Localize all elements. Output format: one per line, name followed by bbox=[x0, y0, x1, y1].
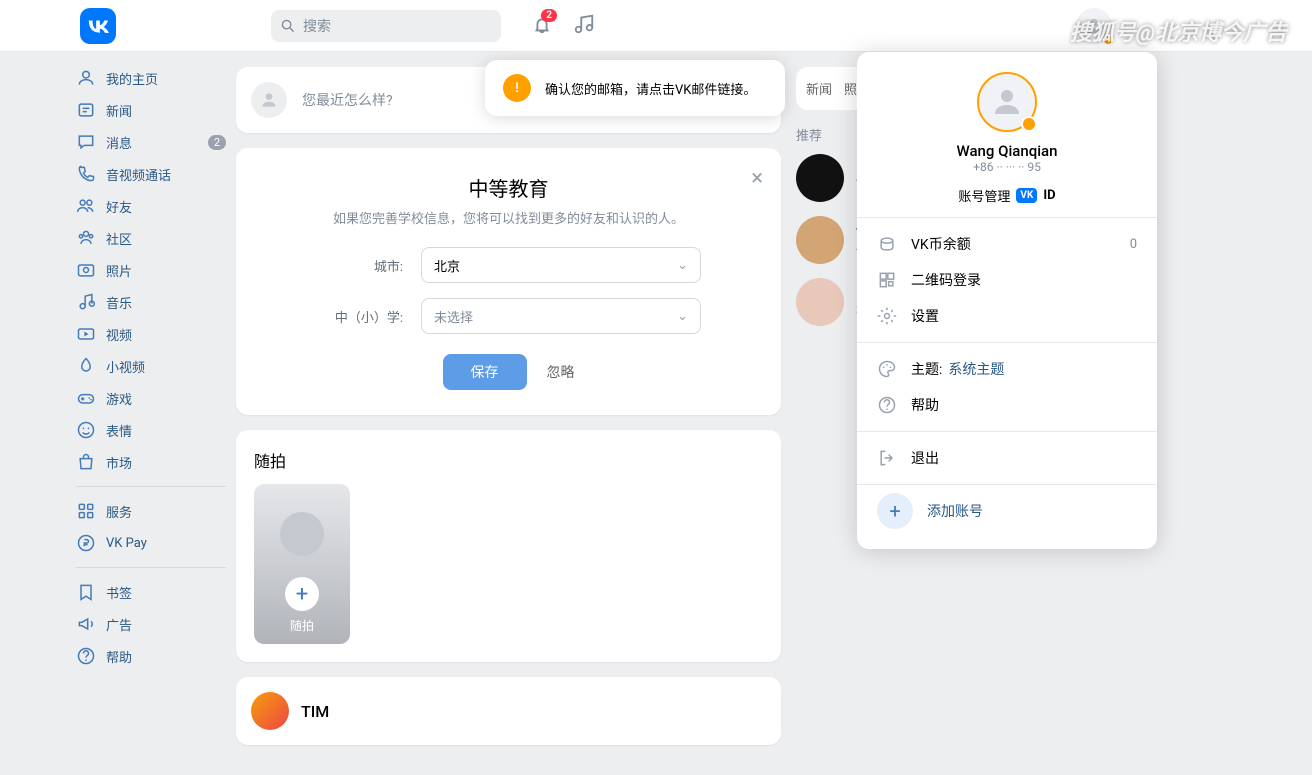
nav-chat[interactable]: 消息2 bbox=[66, 126, 236, 158]
school-select[interactable]: 未选择 ⌄ bbox=[421, 298, 701, 334]
news-icon bbox=[76, 100, 96, 120]
email-toast[interactable]: ! 确认您的邮箱，请点击VK邮件链接。 bbox=[485, 60, 785, 116]
qr-icon bbox=[877, 270, 897, 290]
chevron-down-icon: ⌄ bbox=[677, 258, 688, 273]
pay-icon bbox=[76, 533, 96, 553]
search-input[interactable]: 搜索 bbox=[271, 10, 501, 42]
nav-community[interactable]: 社区 bbox=[66, 222, 236, 254]
coin-icon bbox=[877, 234, 897, 254]
palette-icon bbox=[877, 359, 897, 379]
profile-phone: +86 ·· ··· ·· 95 bbox=[857, 160, 1157, 174]
nav-news[interactable]: 新闻 bbox=[66, 94, 236, 126]
profile-avatar[interactable] bbox=[977, 72, 1037, 132]
avatar bbox=[796, 154, 844, 202]
notifications-icon[interactable]: 2 bbox=[531, 13, 553, 39]
nav-photo[interactable]: 照片 bbox=[66, 254, 236, 286]
bookmark-icon bbox=[76, 582, 96, 602]
chat-icon bbox=[76, 132, 96, 152]
plus-icon: + bbox=[285, 577, 319, 611]
friends-icon bbox=[76, 196, 96, 216]
vk-id-badge: VK bbox=[1016, 188, 1037, 203]
feed-user-name: TIM bbox=[301, 702, 329, 721]
story-label: 随拍 bbox=[290, 617, 314, 634]
nav-pay[interactable]: VK Pay bbox=[66, 527, 236, 559]
user-icon bbox=[76, 68, 96, 88]
nav-friends[interactable]: 好友 bbox=[66, 190, 236, 222]
nav-market[interactable]: 市场 bbox=[66, 446, 236, 478]
account-popover: Wang Qianqian +86 ·· ··· ·· 95 账号管理 VK I… bbox=[857, 52, 1157, 549]
sticker-icon bbox=[76, 420, 96, 440]
nav-bookmark[interactable]: 书签 bbox=[66, 576, 236, 608]
clips-icon bbox=[76, 356, 96, 376]
stories-title: 随拍 bbox=[254, 448, 763, 472]
nav-phone[interactable]: 音视频通话 bbox=[66, 158, 236, 190]
avatar-placeholder bbox=[280, 512, 324, 556]
phone-icon bbox=[76, 164, 96, 184]
feed-item[interactable]: TIM bbox=[236, 677, 781, 745]
toast-message: 确认您的邮箱，请点击VK邮件链接。 bbox=[545, 79, 756, 98]
music-icon[interactable] bbox=[573, 13, 595, 39]
plus-icon: + bbox=[877, 493, 913, 529]
header-avatar[interactable] bbox=[1076, 8, 1112, 44]
sidebar: 我的主页新闻消息2音视频通话好友社区照片音乐视频小视频游戏表情市场 服务VK P… bbox=[66, 52, 236, 775]
game-icon bbox=[76, 388, 96, 408]
popover-help[interactable]: 帮助 bbox=[857, 387, 1157, 423]
stories-card: 随拍 + 随拍 bbox=[236, 430, 781, 662]
avatar bbox=[796, 216, 844, 264]
popover-qr[interactable]: 二维码登录 bbox=[857, 262, 1157, 298]
popover-coin[interactable]: VK币余额0 bbox=[857, 226, 1157, 262]
nav-user[interactable]: 我的主页 bbox=[66, 62, 236, 94]
city-select[interactable]: 北京 ⌄ bbox=[421, 247, 701, 283]
exit-icon bbox=[877, 448, 897, 468]
nav-sticker[interactable]: 表情 bbox=[66, 414, 236, 446]
nav-music[interactable]: 音乐 bbox=[66, 286, 236, 318]
warning-badge-icon bbox=[1102, 34, 1114, 46]
vk-logo[interactable] bbox=[80, 8, 116, 44]
nav-help[interactable]: 帮助 bbox=[66, 640, 236, 672]
video-icon bbox=[76, 324, 96, 344]
school-label: 中（小）学: bbox=[261, 307, 421, 326]
chevron-down-icon: ⌄ bbox=[677, 309, 688, 324]
avatar bbox=[251, 692, 289, 730]
nav-game[interactable]: 游戏 bbox=[66, 382, 236, 414]
close-icon[interactable]: × bbox=[751, 166, 763, 191]
services-icon bbox=[76, 501, 96, 521]
nav-ads[interactable]: 广告 bbox=[66, 608, 236, 640]
count-badge: 2 bbox=[208, 135, 226, 150]
notification-badge: 2 bbox=[541, 9, 557, 22]
education-card: × 中等教育 如果您完善学校信息，您将可以找到更多的好友和认识的人。 城市: 北… bbox=[236, 148, 781, 415]
music-icon bbox=[76, 292, 96, 312]
edu-subtitle: 如果您完善学校信息，您将可以找到更多的好友和认识的人。 bbox=[261, 208, 756, 227]
manage-account-link[interactable]: 账号管理 VK ID bbox=[857, 186, 1157, 205]
nav-services[interactable]: 服务 bbox=[66, 495, 236, 527]
avatar bbox=[796, 278, 844, 326]
save-button[interactable]: 保存 bbox=[443, 354, 527, 390]
nav-video[interactable]: 视频 bbox=[66, 318, 236, 350]
add-story-button[interactable]: + 随拍 bbox=[254, 484, 350, 644]
popover-exit[interactable]: 退出 bbox=[857, 440, 1157, 476]
popover-palette[interactable]: 主题:系统主题 bbox=[857, 351, 1157, 387]
edu-title: 中等教育 bbox=[261, 173, 756, 202]
popover-gear[interactable]: 设置 bbox=[857, 298, 1157, 334]
add-account-button[interactable]: + 添加账号 bbox=[857, 493, 1157, 529]
ads-icon bbox=[76, 614, 96, 634]
help-icon bbox=[877, 395, 897, 415]
gear-icon bbox=[877, 306, 897, 326]
warning-icon: ! bbox=[503, 74, 531, 102]
skip-link[interactable]: 忽略 bbox=[547, 362, 575, 382]
filter-pill[interactable]: 新闻 bbox=[802, 73, 836, 104]
avatar bbox=[251, 82, 287, 118]
market-icon bbox=[76, 452, 96, 472]
nav-clips[interactable]: 小视频 bbox=[66, 350, 236, 382]
help-icon bbox=[76, 646, 96, 666]
community-icon bbox=[76, 228, 96, 248]
profile-name: Wang Qianqian bbox=[857, 142, 1157, 160]
search-placeholder: 搜索 bbox=[303, 16, 331, 36]
photo-icon bbox=[76, 260, 96, 280]
warning-badge-icon bbox=[1021, 116, 1037, 132]
city-label: 城市: bbox=[261, 256, 421, 275]
